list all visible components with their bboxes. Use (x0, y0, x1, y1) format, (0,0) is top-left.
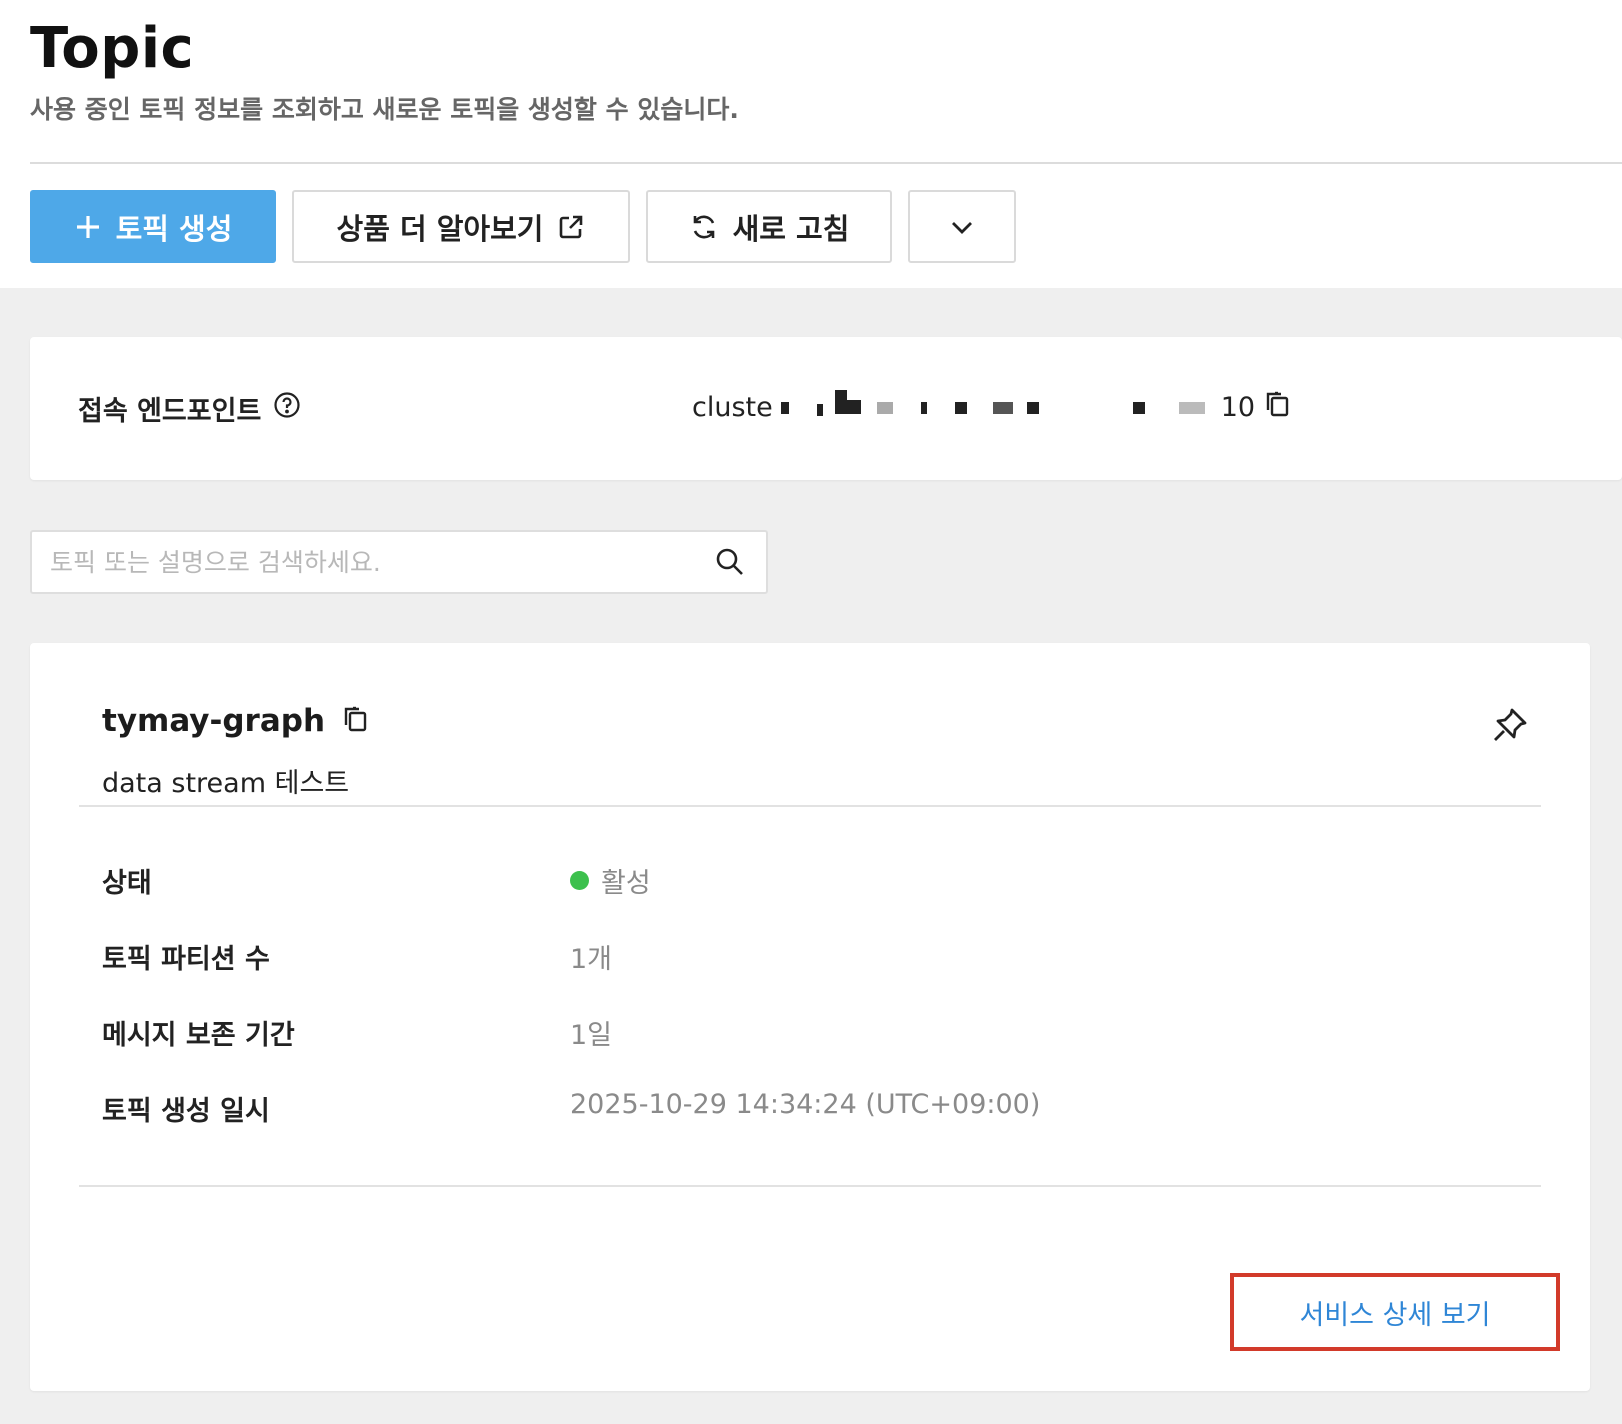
refresh-button[interactable]: 새로 고침 (646, 190, 892, 263)
endpoint-card: 접속 엔드포인트 cluste 10 (30, 337, 1622, 480)
status-active-dot (570, 871, 589, 890)
more-options-dropdown[interactable] (908, 190, 1016, 263)
status-badge: 활성 (601, 868, 651, 899)
endpoint-value-suffix: 10 (1220, 392, 1256, 423)
page-title: Topic (30, 16, 195, 81)
refresh-icon (689, 212, 719, 242)
info-row-status: 상태 활성 (102, 861, 1502, 901)
topic-card: tymay-graph data stream 테스트 상태 활성 토픽 파티션… (30, 643, 1590, 1391)
create-topic-button[interactable]: 토픽 생성 (30, 190, 276, 263)
page-header-area: Topic 사용 중인 토픽 정보를 조회하고 새로운 토픽을 생성할 수 있습… (0, 0, 1622, 288)
pin-icon[interactable] (1490, 705, 1530, 749)
header-divider (30, 162, 1622, 164)
info-value: 1개 (570, 944, 613, 975)
plus-icon (74, 213, 102, 241)
refresh-label: 새로 고침 (732, 211, 850, 246)
endpoint-label: 접속 엔드포인트 (78, 396, 262, 427)
info-row-retention: 메시지 보존 기간 1일 (102, 1013, 1502, 1053)
create-topic-label: 토픽 생성 (115, 211, 233, 246)
info-value: 1일 (570, 1020, 613, 1051)
info-value: 활성 (570, 861, 651, 900)
endpoint-label-group: 접속 엔드포인트 (78, 389, 301, 428)
redacted-endpoint-mask (780, 389, 1213, 426)
card-divider (79, 805, 1541, 807)
topic-name-row: tymay-graph (102, 703, 369, 739)
external-link-icon (557, 213, 585, 241)
topic-description: data stream 테스트 (102, 768, 350, 799)
search-icon[interactable] (714, 546, 746, 582)
page-subtitle: 사용 중인 토픽 정보를 조회하고 새로운 토픽을 생성할 수 있습니다. (30, 95, 739, 124)
info-label: 토픽 파티션 수 (102, 944, 270, 975)
learn-more-button[interactable]: 상품 더 알아보기 (292, 190, 630, 263)
endpoint-value: cluste 10 (692, 389, 1291, 426)
endpoint-value-prefix: cluste (692, 392, 773, 423)
card-divider (79, 1185, 1541, 1187)
copy-icon[interactable] (341, 704, 369, 738)
service-detail-link[interactable]: 서비스 상세 보기 (1230, 1273, 1560, 1351)
info-row-partitions: 토픽 파티션 수 1개 (102, 937, 1502, 977)
learn-more-label: 상품 더 알아보기 (336, 211, 544, 246)
search-input[interactable] (50, 542, 690, 582)
info-label: 메시지 보존 기간 (102, 1020, 295, 1051)
copy-icon[interactable] (1263, 389, 1291, 426)
info-label: 토픽 생성 일시 (102, 1096, 270, 1127)
topic-search (30, 530, 768, 594)
topic-name: tymay-graph (102, 703, 326, 739)
info-row-created-at: 토픽 생성 일시 2025-10-29 14:34:24 (UTC+09:00) (102, 1089, 1502, 1129)
info-label: 상태 (102, 868, 152, 899)
chevron-down-icon (948, 213, 976, 241)
info-value: 2025-10-29 14:34:24 (UTC+09:00) (570, 1089, 1041, 1120)
help-icon[interactable] (273, 391, 301, 426)
